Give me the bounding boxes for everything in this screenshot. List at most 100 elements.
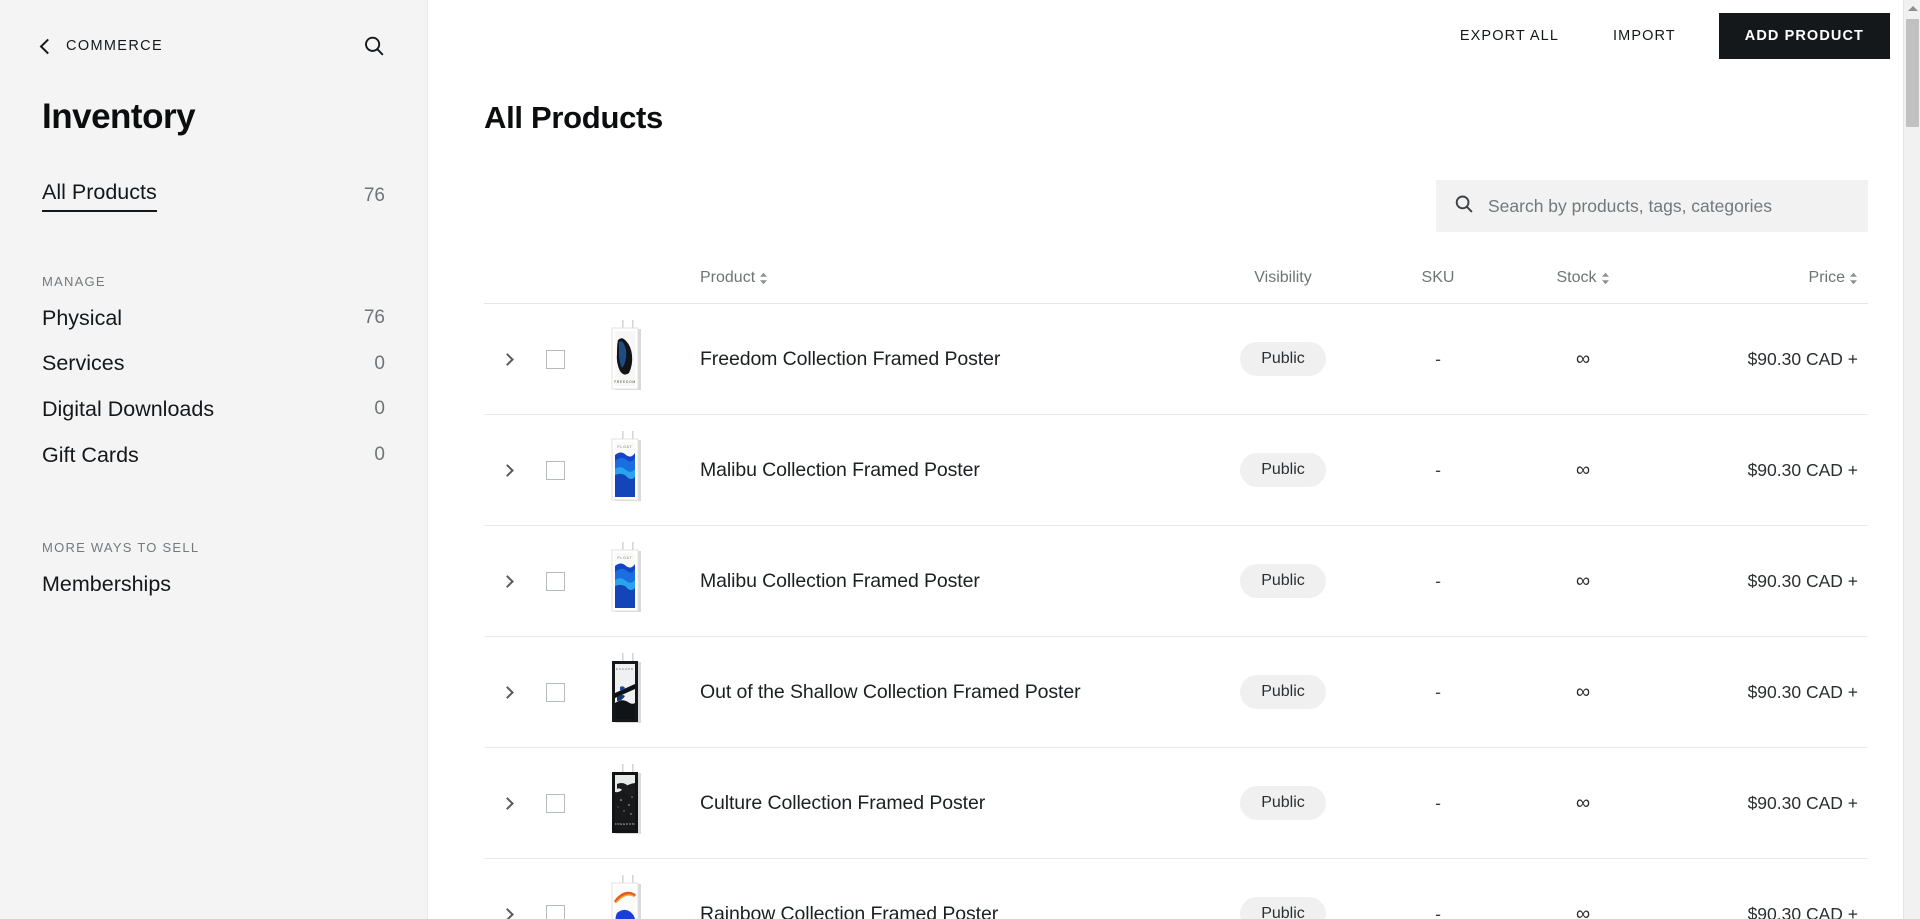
table-row[interactable]: Rainbow Collection Framed Poster Public … <box>484 859 1868 919</box>
expand-row-toggle[interactable] <box>484 685 530 699</box>
culture-poster-thumbnail: FREEDOM <box>598 764 654 842</box>
svg-text:FLOAT: FLOAT <box>617 445 632 449</box>
product-name-cell: Malibu Collection Framed Poster <box>672 570 1198 593</box>
status-badge[interactable]: Public <box>1240 786 1326 820</box>
products-table: Product Visibility SKU Stock Price FREED… <box>484 269 1868 919</box>
product-name-cell: Freedom Collection Framed Poster <box>672 348 1198 371</box>
sidebar-item-count: 0 <box>374 444 385 466</box>
status-badge[interactable]: Public <box>1240 564 1326 598</box>
sidebar-item-all-products[interactable]: All Products 76 <box>42 180 385 213</box>
stock-cell: ∞ <box>1508 459 1658 482</box>
page-title-inventory: Inventory <box>42 97 196 136</box>
status-badge[interactable]: Public <box>1240 342 1326 376</box>
product-thumbnail-cell: FREEDOM <box>580 764 672 842</box>
row-checkbox-cell <box>530 460 580 480</box>
row-checkbox[interactable] <box>545 682 565 702</box>
stock-value: ∞ <box>1575 458 1591 481</box>
expand-row-toggle[interactable] <box>484 796 530 810</box>
stock-value: ∞ <box>1575 902 1591 919</box>
column-header-label: Product <box>700 269 756 286</box>
expand-row-toggle[interactable] <box>484 907 530 919</box>
visibility-cell: Public <box>1198 786 1368 820</box>
sidebar-item-label: Services <box>42 351 125 376</box>
app-root: COMMERCE Inventory All Products 76 MANAG… <box>0 0 1920 919</box>
svg-text:FREEDOM: FREEDOM <box>614 380 636 384</box>
stock-cell: ∞ <box>1508 681 1658 704</box>
row-checkbox[interactable] <box>545 571 565 591</box>
visibility-cell: Public <box>1198 897 1368 919</box>
search-icon[interactable] <box>363 35 385 57</box>
sidebar-item-memberships[interactable]: Memberships <box>42 561 385 607</box>
product-search-box[interactable] <box>1436 180 1868 232</box>
stock-cell: ∞ <box>1508 348 1658 371</box>
price-value: $90.30 CAD + <box>1747 681 1858 702</box>
sidebar-item-count: 0 <box>374 398 385 420</box>
status-badge[interactable]: Public <box>1240 897 1326 919</box>
price-cell: $90.30 CAD + <box>1658 682 1868 703</box>
row-checkbox-cell <box>530 571 580 591</box>
sidebar-item-physical[interactable]: Physical 76 <box>42 295 385 341</box>
freedom-poster-thumbnail: FREEDOM <box>598 320 654 398</box>
sidebar-item-services[interactable]: Services 0 <box>42 341 385 387</box>
row-checkbox[interactable] <box>545 460 565 480</box>
sku-value: - <box>1435 681 1441 702</box>
product-thumbnail-cell: FLOAT <box>580 542 672 620</box>
expand-row-toggle[interactable] <box>484 352 530 366</box>
sidebar: COMMERCE Inventory All Products 76 MANAG… <box>0 0 428 919</box>
table-row[interactable]: ESCAPE Out of the Shallow Collection Fra… <box>484 637 1868 748</box>
product-thumbnail-cell: ESCAPE <box>580 653 672 731</box>
price-value: $90.30 CAD + <box>1747 792 1858 813</box>
table-row[interactable]: FREEDOM Culture Collection Framed Poster… <box>484 748 1868 859</box>
svg-text:ESCAPE: ESCAPE <box>616 667 634 671</box>
column-header-sku: SKU <box>1368 269 1508 287</box>
visibility-cell: Public <box>1198 453 1368 487</box>
sidebar-item-label: Gift Cards <box>42 442 139 467</box>
sidebar-item-digital-downloads[interactable]: Digital Downloads 0 <box>42 387 385 433</box>
chevron-right-icon <box>500 352 514 366</box>
product-name-cell: Culture Collection Framed Poster <box>672 792 1198 815</box>
sidebar-item-gift-cards[interactable]: Gift Cards 0 <box>42 432 385 478</box>
table-row[interactable]: FLOAT Malibu Collection Framed Poster Pu… <box>484 526 1868 637</box>
chevron-right-icon <box>500 796 514 810</box>
status-badge[interactable]: Public <box>1240 675 1326 709</box>
table-row[interactable]: FREEDOM Freedom Collection Framed Poster… <box>484 304 1868 415</box>
main-panel: EXPORT ALL IMPORT ADD PRODUCT All Produc… <box>428 0 1920 919</box>
back-to-commerce-button[interactable]: COMMERCE <box>39 38 163 55</box>
status-badge[interactable]: Public <box>1240 453 1326 487</box>
sidebar-item-count: 0 <box>374 352 385 374</box>
sku-cell: - <box>1368 682 1508 703</box>
row-checkbox[interactable] <box>545 904 565 919</box>
stock-cell: ∞ <box>1508 570 1658 593</box>
expand-row-toggle[interactable] <box>484 463 530 477</box>
product-name: Out of the Shallow Collection Framed Pos… <box>700 680 1081 703</box>
stock-value: ∞ <box>1575 791 1591 814</box>
scroll-up-arrow-icon[interactable] <box>1904 0 1920 17</box>
sku-value: - <box>1435 459 1441 480</box>
export-all-button[interactable]: EXPORT ALL <box>1433 28 1586 44</box>
add-product-button[interactable]: ADD PRODUCT <box>1718 13 1890 59</box>
expand-row-toggle[interactable] <box>484 574 530 588</box>
price-value: $90.30 CAD + <box>1747 348 1858 369</box>
sku-cell: - <box>1368 349 1508 370</box>
table-row[interactable]: FLOAT Malibu Collection Framed Poster Pu… <box>484 415 1868 526</box>
column-header-stock[interactable]: Stock <box>1508 269 1658 287</box>
malibu-poster-thumbnail: FLOAT <box>598 542 654 620</box>
import-button[interactable]: IMPORT <box>1586 28 1703 44</box>
sku-value: - <box>1435 570 1441 591</box>
price-value: $90.30 CAD + <box>1747 459 1858 480</box>
product-thumbnail-cell: FLOAT <box>580 431 672 509</box>
chevron-left-icon <box>39 38 56 55</box>
column-header-label: Stock <box>1556 269 1597 286</box>
visibility-cell: Public <box>1198 564 1368 598</box>
column-header-price[interactable]: Price <box>1658 269 1868 287</box>
page-scrollbar[interactable] <box>1903 0 1920 919</box>
column-header-product[interactable]: Product <box>672 269 1198 287</box>
product-thumbnail-cell <box>580 875 672 919</box>
chevron-right-icon <box>500 907 514 919</box>
scrollbar-thumb[interactable] <box>1906 19 1919 127</box>
search-input[interactable] <box>1488 195 1850 217</box>
content-area: All Products Search by products, tags, c… <box>428 100 1920 919</box>
row-checkbox[interactable] <box>545 349 565 369</box>
row-checkbox[interactable] <box>545 793 565 813</box>
sort-icon <box>759 272 768 285</box>
